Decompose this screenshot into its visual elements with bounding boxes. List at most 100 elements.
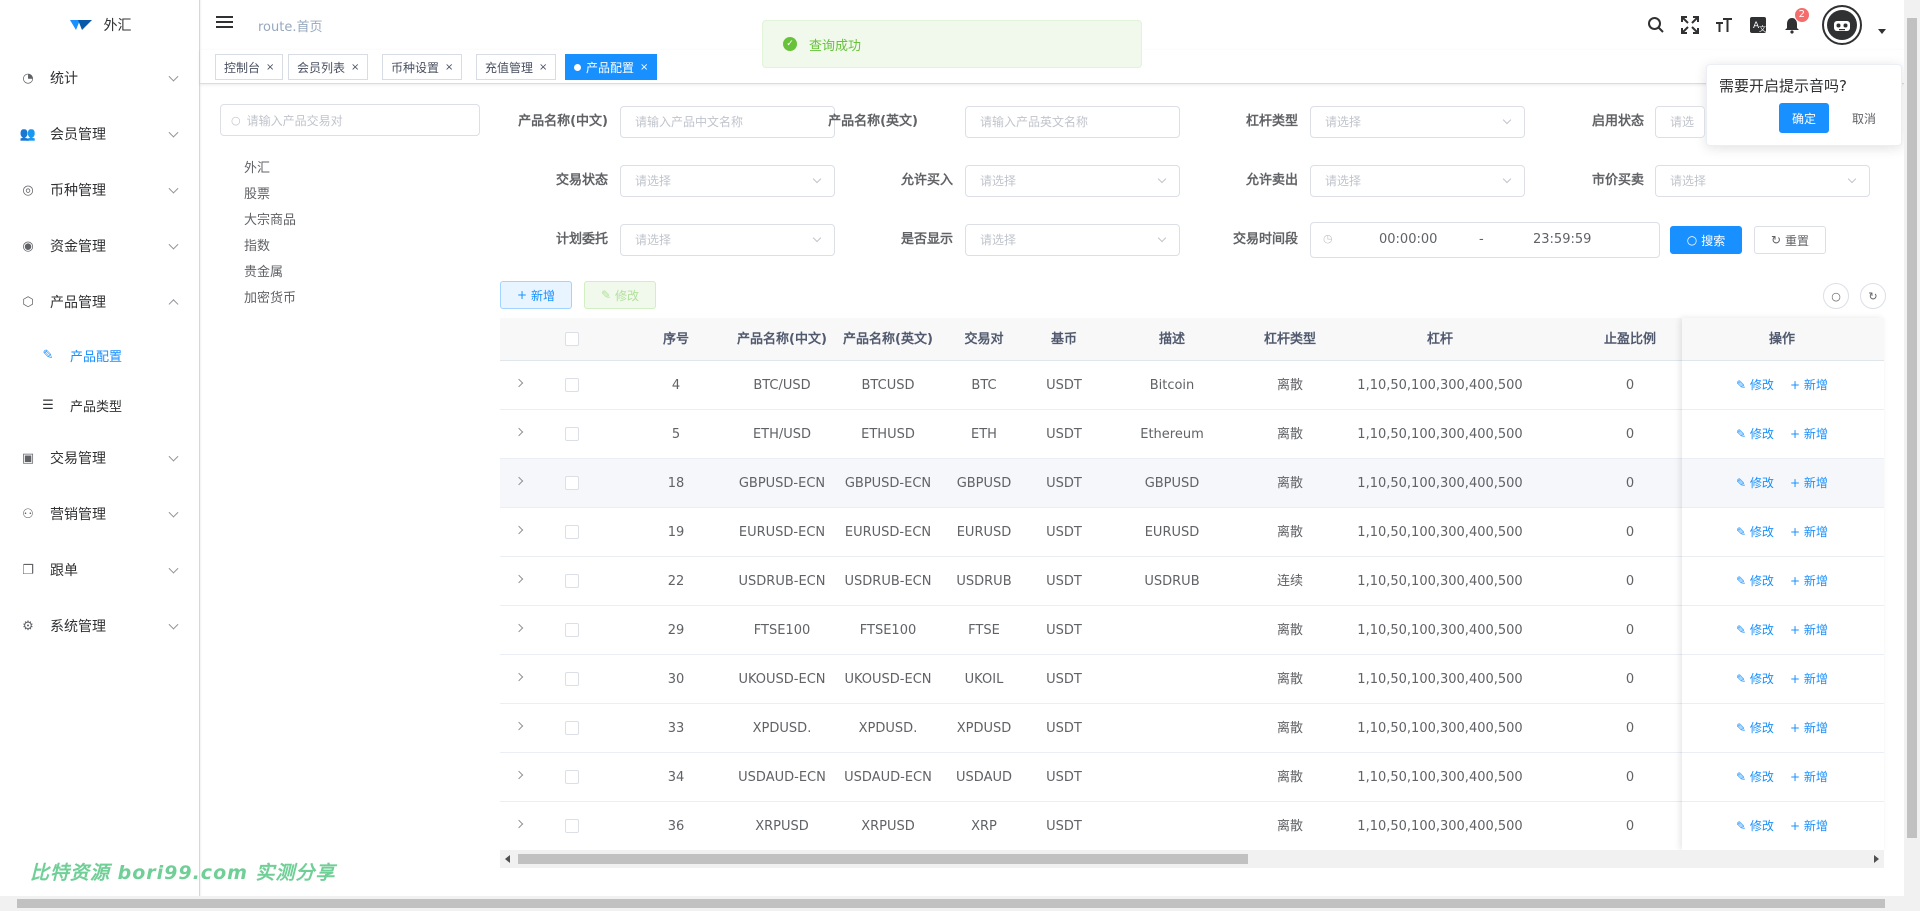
- scroll-right-icon[interactable]: [1874, 855, 1879, 863]
- expand-row-icon[interactable]: [514, 721, 524, 731]
- row-checkbox[interactable]: [565, 721, 579, 735]
- tree-node[interactable]: 外汇: [220, 156, 296, 182]
- cancel-button[interactable]: 取消: [1838, 103, 1889, 133]
- row-edit-link[interactable]: ✎ 修改: [1736, 508, 1774, 557]
- market-buy-sell-select[interactable]: 请选择: [1655, 165, 1870, 197]
- row-add-link[interactable]: + 新增: [1790, 557, 1828, 606]
- translate-icon[interactable]: A文: [1748, 15, 1768, 35]
- expand-row-icon[interactable]: [514, 672, 524, 682]
- sidebar-item[interactable]: ⚙ 系统管理: [0, 598, 199, 654]
- row-edit-link[interactable]: ✎ 修改: [1736, 606, 1774, 655]
- allow-sell-select[interactable]: 请选择: [1310, 165, 1525, 197]
- tab-3[interactable]: 充值管理 ×: [476, 54, 557, 80]
- toggle-search-icon[interactable]: ○: [1823, 283, 1849, 309]
- table-row[interactable]: 36 XRPUSD XRPUSD XRP USDT 离散 1,10,50,100,300,4…: [500, 802, 1884, 851]
- sidebar-item[interactable]: ▣ 交易管理: [0, 430, 199, 486]
- row-checkbox[interactable]: [565, 770, 579, 784]
- tree-node[interactable]: 加密货币: [220, 286, 296, 312]
- hamburger-icon[interactable]: [216, 16, 233, 30]
- expand-row-icon[interactable]: [514, 819, 524, 829]
- row-edit-link[interactable]: ✎ 修改: [1736, 753, 1774, 802]
- close-icon[interactable]: ×: [445, 62, 453, 73]
- row-edit-link[interactable]: ✎ 修改: [1736, 557, 1774, 606]
- sidebar-item[interactable]: ⬡ 产品管理: [0, 274, 199, 330]
- row-add-link[interactable]: + 新增: [1790, 802, 1828, 851]
- table-row[interactable]: 5 ETH/USD ETHUSD ETH USDT Ethereum 离散 1,10,50,1…: [500, 410, 1884, 459]
- page-vertical-scrollbar[interactable]: [1904, 0, 1920, 896]
- expand-row-icon[interactable]: [514, 476, 524, 486]
- row-edit-link[interactable]: ✎ 修改: [1736, 410, 1774, 459]
- scroll-thumb[interactable]: [17, 899, 1885, 908]
- scroll-thumb[interactable]: [1907, 18, 1917, 838]
- trade-time-range[interactable]: ◷ 00:00:00 - 23:59:59: [1310, 222, 1660, 258]
- row-edit-link[interactable]: ✎ 修改: [1736, 704, 1774, 753]
- time-end[interactable]: 23:59:59: [1533, 232, 1591, 247]
- search-button[interactable]: ○ 搜索: [1670, 226, 1742, 254]
- bell-icon[interactable]: 2: [1782, 7, 1810, 35]
- font-size-icon[interactable]: [1714, 15, 1734, 35]
- table-row[interactable]: 18 GBPUSD-ECN GBPUSD-ECN GBPUSD USDT GBPUSD 离散…: [500, 459, 1884, 508]
- sidebar-item[interactable]: ◔ 统计: [0, 50, 199, 106]
- row-add-link[interactable]: + 新增: [1790, 606, 1828, 655]
- row-add-link[interactable]: + 新增: [1790, 508, 1828, 557]
- select-all-checkbox[interactable]: [565, 332, 579, 346]
- tree-search-input[interactable]: ○ 请输入产品交易对: [220, 104, 480, 136]
- reset-button[interactable]: ↻ 重置: [1754, 226, 1826, 254]
- sidebar-item[interactable]: ◎ 币种管理: [0, 162, 199, 218]
- sidebar-subitem[interactable]: ✎ 产品配置: [0, 330, 199, 380]
- logo[interactable]: 外汇: [0, 0, 199, 50]
- tree-node[interactable]: 大宗商品: [220, 208, 296, 234]
- expand-row-icon[interactable]: [514, 574, 524, 584]
- plan-order-select[interactable]: 请选择: [620, 224, 835, 256]
- refresh-table-icon[interactable]: ↻: [1860, 283, 1886, 309]
- tab-2[interactable]: 币种设置 ×: [382, 54, 463, 80]
- product-name-cn-input[interactable]: 请输入产品中文名称: [620, 106, 835, 138]
- sidebar-item[interactable]: 👥 会员管理: [0, 106, 199, 162]
- row-add-link[interactable]: + 新增: [1790, 753, 1828, 802]
- row-edit-link[interactable]: ✎ 修改: [1736, 459, 1774, 508]
- row-add-link[interactable]: + 新增: [1790, 704, 1828, 753]
- row-checkbox[interactable]: [565, 476, 579, 490]
- row-checkbox[interactable]: [565, 623, 579, 637]
- allow-buy-select[interactable]: 请选择: [965, 165, 1180, 197]
- add-button[interactable]: + 新增: [500, 281, 572, 309]
- tree-node[interactable]: 指数: [220, 234, 296, 260]
- product-name-en-input[interactable]: 请输入产品英文名称: [965, 106, 1180, 138]
- close-icon[interactable]: ×: [640, 62, 648, 73]
- row-checkbox[interactable]: [565, 574, 579, 588]
- tab-1[interactable]: 会员列表 ×: [288, 54, 369, 80]
- tab-0[interactable]: 控制台 ×: [215, 54, 284, 80]
- edit-button[interactable]: ✎ 修改: [584, 281, 656, 309]
- time-start[interactable]: 00:00:00: [1379, 232, 1437, 247]
- tab-4[interactable]: 产品配置 ×: [565, 54, 658, 80]
- table-row[interactable]: 30 UKOUSD-ECN UKOUSD-ECN UKOIL USDT 离散 1,10,50…: [500, 655, 1884, 704]
- row-add-link[interactable]: + 新增: [1790, 410, 1828, 459]
- expand-row-icon[interactable]: [514, 427, 524, 437]
- row-add-link[interactable]: + 新增: [1790, 655, 1828, 704]
- row-add-link[interactable]: + 新增: [1790, 459, 1828, 508]
- expand-row-icon[interactable]: [514, 378, 524, 388]
- sidebar-item[interactable]: ❐ 跟单: [0, 542, 199, 598]
- breadcrumb[interactable]: route.首页: [258, 16, 322, 35]
- table-row[interactable]: 29 FTSE100 FTSE100 FTSE USDT 离散 1,10,50,100,30…: [500, 606, 1884, 655]
- expand-row-icon[interactable]: [514, 770, 524, 780]
- table-row[interactable]: 19 EURUSD-ECN EURUSD-ECN EURUSD USDT EURUSD 离散…: [500, 508, 1884, 557]
- row-checkbox[interactable]: [565, 672, 579, 686]
- scroll-left-icon[interactable]: [505, 855, 510, 863]
- fullscreen-icon[interactable]: [1680, 15, 1700, 35]
- close-icon[interactable]: ×: [266, 62, 274, 73]
- sidebar-item[interactable]: ◉ 资金管理: [0, 218, 199, 274]
- row-checkbox[interactable]: [565, 427, 579, 441]
- tree-node[interactable]: 贵金属: [220, 260, 296, 286]
- sidebar-item[interactable]: ⚇ 营销管理: [0, 486, 199, 542]
- page-horizontal-scrollbar[interactable]: [0, 896, 1920, 911]
- row-checkbox[interactable]: [565, 819, 579, 833]
- enabled-status-select[interactable]: 请选择: [1655, 106, 1705, 138]
- row-checkbox[interactable]: [565, 525, 579, 539]
- trade-status-select[interactable]: 请选择: [620, 165, 835, 197]
- tree-node[interactable]: 股票: [220, 182, 296, 208]
- is-display-select[interactable]: 请选择: [965, 224, 1180, 256]
- row-edit-link[interactable]: ✎ 修改: [1736, 802, 1774, 851]
- row-edit-link[interactable]: ✎ 修改: [1736, 361, 1774, 410]
- row-edit-link[interactable]: ✎ 修改: [1736, 655, 1774, 704]
